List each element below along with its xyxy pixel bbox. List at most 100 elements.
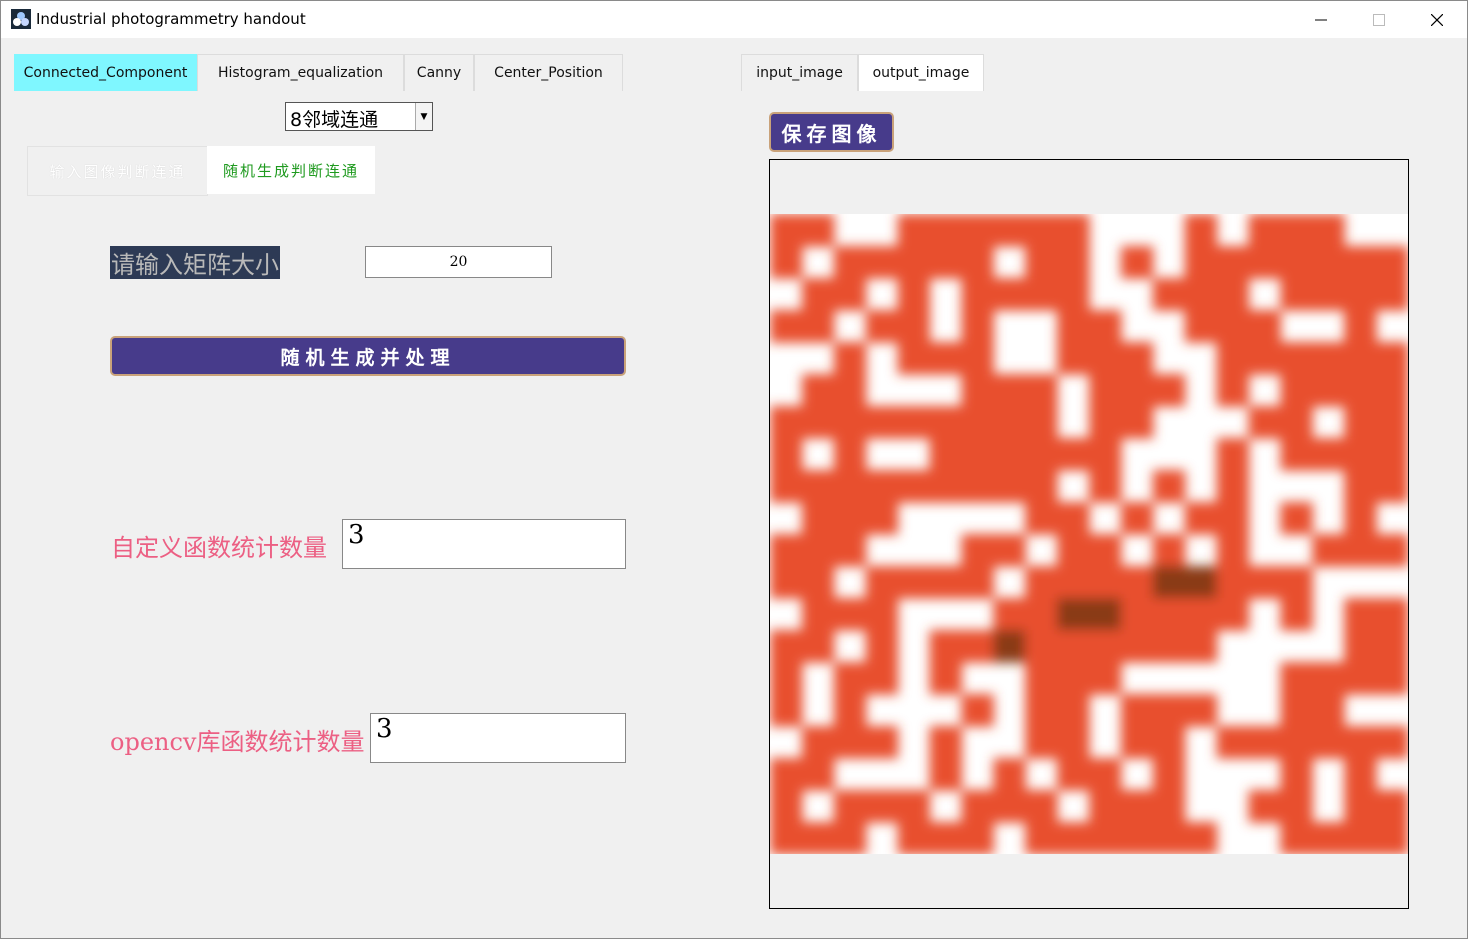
subtab-input-image-connectivity[interactable]: 输入图像判断连通 — [27, 146, 208, 196]
grid-cell — [1312, 534, 1345, 567]
grid-cell — [865, 662, 899, 695]
grid-cell — [1376, 662, 1408, 695]
grid-cell — [1376, 246, 1408, 279]
grid-cell — [833, 534, 867, 567]
grid-cell — [961, 310, 994, 343]
grid-cell — [1152, 374, 1186, 407]
save-image-button[interactable]: 保存图像 — [769, 112, 894, 152]
grid-cell — [1280, 726, 1313, 759]
grid-cell — [1280, 342, 1313, 375]
grid-cell — [929, 470, 963, 503]
grid-cell — [770, 822, 803, 854]
grid-cell — [1376, 790, 1408, 823]
grid-cell — [1057, 662, 1090, 695]
grid-cell — [993, 534, 1026, 567]
grid-cell — [770, 438, 803, 471]
grid-cell — [1344, 406, 1377, 439]
custom-count-field[interactable]: 3 — [342, 519, 626, 569]
grid-cell — [770, 566, 803, 599]
grid-cell — [1152, 598, 1186, 631]
grid-cell — [1184, 246, 1218, 279]
grid-cell — [1280, 374, 1313, 407]
maximize-icon — [1373, 13, 1385, 26]
generate-and-process-button[interactable]: 随机生成并处理 — [110, 336, 626, 376]
grid-cell — [865, 310, 899, 343]
grid-cell — [1280, 694, 1313, 727]
image-tab-bar: input_image output_image — [741, 54, 984, 91]
grid-cell — [897, 310, 931, 343]
grid-cell — [897, 278, 931, 311]
grid-cell — [865, 630, 899, 663]
grid-cell — [929, 662, 963, 695]
grid-cell — [865, 566, 899, 599]
grid-cell — [961, 246, 994, 279]
opencv-count-label: opencv库函数统计数量 — [110, 728, 365, 756]
grid-cell — [1376, 470, 1408, 503]
grid-cell — [1216, 566, 1250, 599]
close-button[interactable] — [1408, 1, 1466, 38]
minimize-button[interactable] — [1292, 1, 1350, 38]
grid-cell — [1216, 374, 1250, 407]
application-window: Industrial photogrammetry handout Connec… — [0, 0, 1468, 939]
subtab-random-generate-connectivity[interactable]: 随机生成判断连通 — [207, 146, 375, 194]
grid-cell — [1344, 598, 1377, 631]
grid-cell — [1376, 374, 1408, 407]
grid-cell — [770, 214, 803, 247]
dropdown-arrow-icon[interactable]: ▼ — [415, 103, 432, 130]
grid-cell — [1025, 694, 1058, 727]
grid-cell — [1248, 214, 1282, 247]
grid-cell — [1376, 278, 1408, 311]
grid-cell — [865, 502, 899, 535]
connectivity-select[interactable]: 8邻域连通 ▼ — [285, 102, 433, 131]
grid-cell — [1025, 374, 1058, 407]
grid-cell — [1152, 790, 1186, 823]
grid-cell — [833, 438, 867, 471]
grid-cell — [1120, 630, 1154, 663]
grid-cell — [1057, 630, 1090, 663]
grid-cell — [1025, 790, 1058, 823]
grid-cell — [1312, 214, 1345, 247]
tab-canny[interactable]: Canny — [404, 54, 474, 91]
grid-cell — [1025, 662, 1058, 695]
grid-cell — [929, 758, 963, 791]
grid-cell — [1280, 566, 1313, 599]
grid-cell — [833, 342, 867, 375]
grid-cell — [929, 342, 963, 375]
maximize-button[interactable] — [1350, 1, 1408, 38]
grid-cell — [929, 406, 963, 439]
grid-cell — [1312, 278, 1345, 311]
grid-cell — [929, 214, 963, 247]
grid-cell — [993, 470, 1026, 503]
grid-cell — [1376, 822, 1408, 854]
grid-cell — [1216, 310, 1250, 343]
grid-cell — [833, 470, 867, 503]
grid-cell — [1184, 310, 1218, 343]
grid-cell — [865, 598, 899, 631]
grid-cell — [1057, 246, 1090, 279]
grid-cell — [833, 374, 867, 407]
grid-cell — [1312, 246, 1345, 279]
grid-cell — [1280, 278, 1313, 311]
grid-cell — [961, 342, 994, 375]
grid-cell — [770, 758, 803, 791]
tab-center-position[interactable]: Center_Position — [474, 54, 623, 91]
matrix-size-input[interactable]: 20 — [365, 246, 552, 278]
grid-cell — [961, 214, 994, 247]
grid-cell — [1376, 438, 1408, 471]
grid-cell — [1184, 502, 1218, 535]
grid-cell — [1025, 630, 1058, 663]
tab-connected-component[interactable]: Connected_Component — [14, 54, 197, 91]
grid-cell — [1025, 278, 1058, 311]
grid-cell — [1057, 502, 1090, 535]
grid-cell — [1312, 374, 1345, 407]
tab-input-image[interactable]: input_image — [741, 54, 858, 91]
tab-output-image[interactable]: output_image — [858, 54, 984, 91]
grid-cell — [961, 822, 994, 854]
grid-cell — [1312, 726, 1345, 759]
grid-cell — [1216, 278, 1250, 311]
grid-cell — [993, 790, 1026, 823]
tab-histogram-equalization[interactable]: Histogram_equalization — [197, 54, 404, 91]
grid-cell — [1184, 214, 1218, 247]
grid-cell — [1312, 438, 1345, 471]
opencv-count-field[interactable]: 3 — [370, 713, 626, 763]
